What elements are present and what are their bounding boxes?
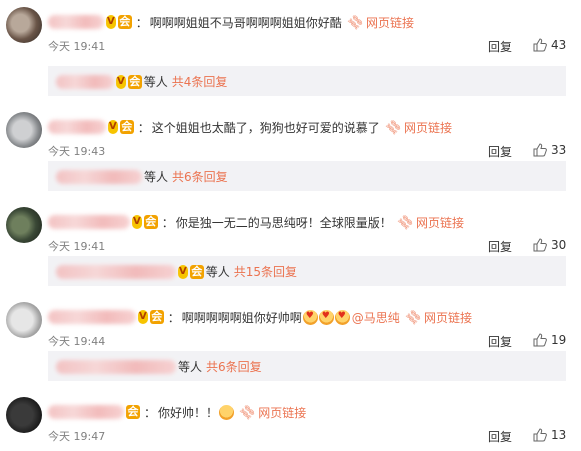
avatar[interactable]	[6, 302, 42, 338]
web-link[interactable]: ⛓ 网页链接	[383, 116, 453, 138]
comment-text: 这个姐姐也太酷了，狗狗也好可爱的说慕了	[151, 120, 380, 135]
mention-link[interactable]: @马思纯	[352, 309, 400, 326]
web-link[interactable]: ⛓ 网页链接	[237, 401, 307, 423]
username-blurred[interactable]	[48, 405, 124, 419]
thumbs-up-icon	[533, 38, 547, 52]
vip-icon: V	[108, 120, 118, 134]
thumbs-up-icon	[533, 143, 547, 157]
link-icon: ⛓	[403, 306, 424, 328]
reply-count-link[interactable]: 共6条回复	[172, 168, 228, 185]
comment-time: 今天 19:47	[48, 430, 106, 443]
reply-button[interactable]: 回复	[488, 333, 512, 350]
avatar[interactable]	[6, 7, 42, 43]
reply-button[interactable]: 回复	[488, 143, 512, 160]
link-icon: ⛓	[345, 11, 366, 33]
link-icon: ⛓	[237, 401, 258, 423]
like-button[interactable]: 43	[533, 38, 566, 52]
member-badge-icon: 会	[119, 120, 134, 134]
colon: ：	[137, 120, 150, 135]
link-icon: ⛓	[395, 211, 416, 233]
reply-button[interactable]: 回复	[488, 428, 512, 445]
web-link-label: 网页链接	[424, 310, 473, 325]
thumbs-up-icon	[533, 238, 547, 252]
heart-eyes-emoji-icon	[302, 309, 318, 325]
web-link[interactable]: ⛓ 网页链接	[403, 306, 473, 328]
username-blurred	[56, 74, 114, 89]
vip-icon: V	[178, 264, 188, 279]
reply-preview[interactable]: V 会 等人 共15条回复	[48, 256, 566, 286]
username-blurred[interactable]	[48, 120, 106, 134]
colon: ：	[167, 310, 180, 325]
username-blurred[interactable]	[48, 215, 130, 229]
thumbs-up-icon	[533, 428, 547, 442]
member-badge-icon: 会	[189, 264, 204, 279]
vip-icon: V	[106, 15, 116, 29]
like-button[interactable]: 30	[533, 238, 566, 252]
comment-time: 今天 19:44	[48, 335, 106, 348]
username-blurred[interactable]	[48, 310, 136, 324]
like-count: 33	[551, 143, 567, 157]
colon: ：	[144, 405, 157, 420]
comment-text: 你好帅！！	[158, 405, 219, 420]
colon: ：	[135, 15, 148, 30]
smile-emoji-icon	[219, 404, 235, 420]
web-link-label: 网页链接	[404, 120, 453, 135]
web-link-label: 网页链接	[366, 15, 415, 30]
username-blurred	[56, 264, 176, 279]
comment-text: 啊啊啊姐姐不马哥啊啊啊姐姐你好酷	[149, 15, 342, 30]
comment-time: 今天 19:41	[48, 240, 106, 253]
thumbs-up-icon	[533, 333, 547, 347]
reply-preview[interactable]: 等人 共6条回复	[48, 351, 566, 381]
username-blurred[interactable]	[48, 15, 104, 29]
comment-time: 今天 19:43	[48, 145, 106, 158]
like-button[interactable]: 33	[533, 143, 566, 157]
comment-text: 你是独一无二的马思纯呀！全球限量版！	[175, 215, 392, 230]
heart-eyes-emoji-icon	[334, 309, 350, 325]
reply-preview-text: 等人	[178, 360, 203, 374]
username-blurred	[56, 169, 142, 184]
vip-icon: V	[132, 215, 142, 229]
vip-icon: V	[116, 74, 126, 89]
like-button[interactable]: 19	[533, 333, 566, 347]
comment-text: 啊啊啊啊啊姐你好帅啊	[181, 310, 302, 325]
reply-count-link[interactable]: 共6条回复	[206, 358, 262, 375]
avatar[interactable]	[6, 207, 42, 243]
reply-preview[interactable]: V 会 等人 共4条回复	[48, 66, 566, 96]
member-badge-icon: 会	[149, 310, 164, 324]
reply-preview[interactable]: 等人 共6条回复	[48, 161, 566, 191]
reply-count-link[interactable]: 共15条回复	[234, 263, 297, 280]
member-badge-icon: 会	[117, 15, 132, 29]
reply-preview-text: 等人	[143, 75, 168, 89]
comment-time: 今天 19:41	[48, 40, 106, 53]
reply-button[interactable]: 回复	[488, 238, 512, 255]
username-blurred	[56, 359, 176, 374]
reply-count-link[interactable]: 共4条回复	[172, 73, 228, 90]
vip-icon: V	[138, 310, 148, 324]
web-link-label: 网页链接	[258, 405, 307, 420]
heart-eyes-emoji-icon	[318, 309, 334, 325]
like-count: 19	[551, 333, 567, 347]
like-count: 43	[551, 38, 567, 52]
link-icon: ⛓	[383, 116, 404, 138]
like-count: 30	[551, 238, 567, 252]
like-count: 13	[551, 428, 567, 442]
reply-button[interactable]: 回复	[488, 38, 512, 55]
member-badge-icon: 会	[126, 405, 140, 419]
member-badge-icon: 会	[127, 74, 142, 89]
member-badge-icon: 会	[143, 215, 158, 229]
web-link[interactable]: ⛓ 网页链接	[395, 211, 465, 233]
colon: ：	[161, 215, 174, 230]
reply-preview-text: 等人	[205, 265, 230, 279]
avatar[interactable]	[6, 112, 42, 148]
web-link-label: 网页链接	[416, 215, 465, 230]
web-link[interactable]: ⛓ 网页链接	[345, 11, 415, 33]
like-button[interactable]: 13	[533, 428, 566, 442]
reply-preview-text: 等人	[144, 170, 169, 184]
avatar[interactable]	[6, 397, 42, 433]
